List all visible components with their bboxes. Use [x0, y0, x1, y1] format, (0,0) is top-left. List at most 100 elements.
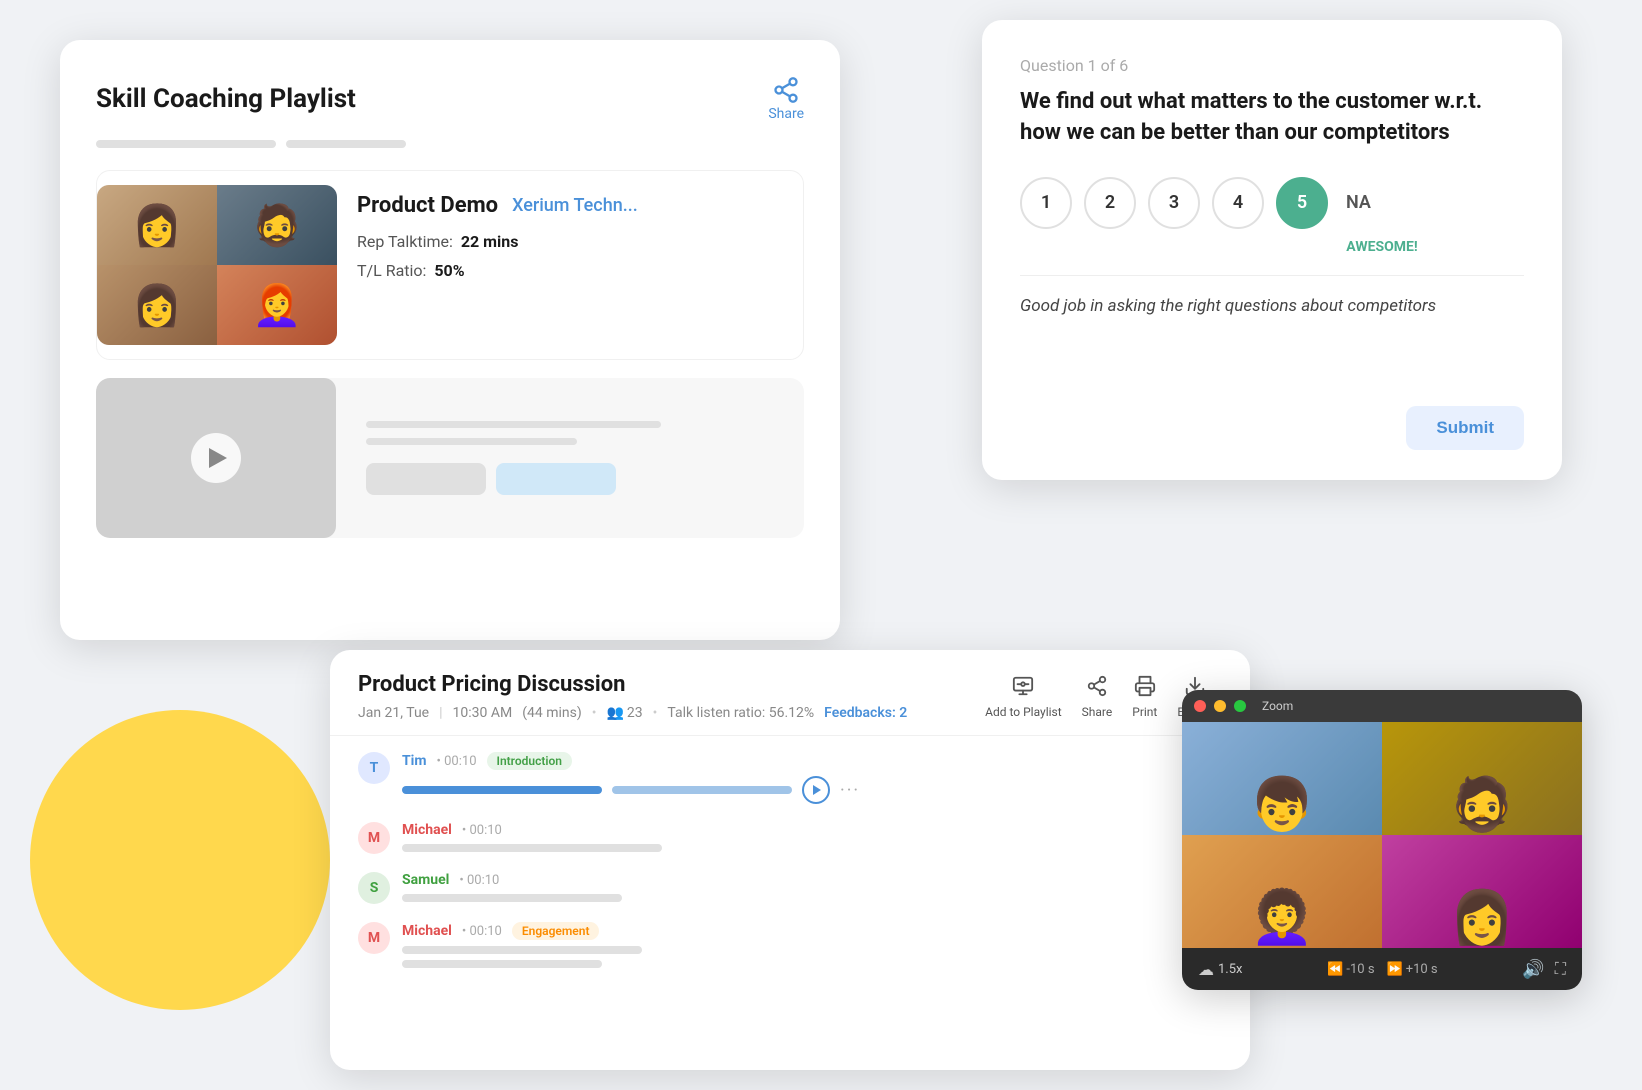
rating-btn-1[interactable]: 1	[1020, 177, 1072, 229]
call-stat-ratio: T/L Ratio: 50%	[357, 261, 789, 280]
person-face-3: 👩‍🦱	[1250, 887, 1315, 948]
rating-btn-5[interactable]: 5	[1276, 177, 1328, 229]
transcript-item-michael-2: M Michael • 00:10 Engagement	[358, 922, 1222, 968]
question-divider	[1020, 275, 1524, 276]
rewind-button[interactable]: ⏪ -10 s	[1327, 962, 1374, 977]
zoom-dot-yellow	[1214, 700, 1226, 712]
company-link[interactable]: Xerium Techn...	[512, 195, 638, 216]
zoom-dot-red	[1194, 700, 1206, 712]
video-cell-1: 👦	[1182, 722, 1382, 835]
forward-label: +10 s	[1406, 962, 1438, 977]
call-stat-talktime: Rep Talktime: 22 mins	[357, 232, 789, 251]
speed-control: ☁ 1.5x	[1198, 960, 1243, 979]
print-button[interactable]: Print	[1132, 675, 1157, 719]
tag-intro: Introduction	[487, 752, 572, 770]
video-cell-4: 👩	[1382, 835, 1582, 948]
share-button[interactable]: Share	[1082, 675, 1113, 719]
dots-menu-button[interactable]: ···	[840, 780, 860, 801]
transcript-item-tim: T Tim • 00:10 Introduction ···	[358, 752, 1222, 804]
participants-count: 👥 23	[606, 705, 642, 721]
avatar-tim: T	[358, 752, 390, 784]
speaker-info-michael-1: Michael • 00:10	[402, 822, 1222, 852]
print-icon	[1134, 675, 1156, 702]
call-detail-title-area: Product Pricing Discussion Jan 21, Tue |…	[358, 672, 907, 721]
call-name-row: Product Demo Xerium Techn...	[357, 193, 789, 218]
audio-bar-samuel	[402, 894, 622, 902]
placeholder-btn-1	[366, 463, 486, 495]
audio-bar-michael-2b	[402, 960, 602, 968]
speaker-name-row-michael-1: Michael • 00:10	[402, 822, 1222, 838]
speaker-info-tim: Tim • 00:10 Introduction ···	[402, 752, 1222, 804]
call-date: Jan 21, Tue	[358, 705, 429, 721]
speaker-name-michael-2: Michael	[402, 923, 452, 939]
rating-btn-3[interactable]: 3	[1148, 177, 1200, 229]
video-panel: Zoom 👦 🧔 👩‍🦱 👩 ☁ 1.5x ⏪ -10 s ⏩ +10 s	[1182, 690, 1582, 990]
decoration-circle	[30, 710, 330, 1010]
share-action-label: Share	[1082, 705, 1113, 719]
add-to-playlist-button[interactable]: Add to Playlist	[985, 675, 1062, 719]
call-item-video[interactable]	[96, 378, 804, 538]
add-to-playlist-label: Add to Playlist	[985, 705, 1062, 719]
call-thumbnail: 👩 🧔 👩 👩‍🦰	[97, 185, 337, 345]
cloud-icon: ☁	[1198, 960, 1214, 979]
call-name: Product Demo	[357, 193, 498, 218]
zoom-title: Zoom	[1262, 699, 1293, 713]
call-duration: (44 mins)	[522, 705, 582, 721]
speaker-info-samuel: Samuel • 00:10	[402, 872, 1222, 902]
share-icon	[772, 76, 800, 104]
share-action-icon	[1086, 675, 1108, 702]
print-label: Print	[1132, 705, 1157, 719]
rating-row: 1 2 3 4 5 NA	[1020, 177, 1524, 229]
question-text: We find out what matters to the customer…	[1020, 87, 1524, 149]
call-info: Product Demo Xerium Techn... Rep Talktim…	[357, 185, 789, 345]
playback-controls: ⏪ -10 s ⏩ +10 s	[1327, 962, 1437, 977]
rewind-icon: ⏪	[1327, 962, 1343, 977]
play-button[interactable]	[191, 433, 241, 483]
rating-btn-4[interactable]: 4	[1212, 177, 1264, 229]
playlist-title: Skill Coaching Playlist	[96, 84, 356, 114]
playlist-header: Skill Coaching Playlist Share	[96, 76, 804, 122]
speed-value[interactable]: 1.5x	[1218, 962, 1243, 977]
audio-bar-michael-1	[402, 844, 662, 852]
forward-button[interactable]: ⏩ +10 s	[1387, 962, 1438, 977]
rating-btn-2[interactable]: 2	[1084, 177, 1136, 229]
submit-button[interactable]: Submit	[1406, 406, 1524, 450]
avatar-michael-1: M	[358, 822, 390, 854]
transcript-area: T Tim • 00:10 Introduction ···	[330, 736, 1250, 1002]
call-detail-actions: Add to Playlist Share	[985, 675, 1212, 719]
speaker-time-tim: • 00:10	[437, 754, 477, 769]
play-small-triangle-icon	[813, 785, 821, 795]
avatar-samuel: S	[358, 872, 390, 904]
call-item-product-demo[interactable]: 👩 🧔 👩 👩‍🦰 Product Demo Xerium Techn... R…	[96, 170, 804, 360]
divider-bar-2	[286, 140, 406, 148]
video-controls: ☁ 1.5x ⏪ -10 s ⏩ +10 s 🔊 ⛶	[1182, 948, 1582, 990]
face-2: 🧔	[217, 185, 337, 265]
call-detail-card: Product Pricing Discussion Jan 21, Tue |…	[330, 650, 1250, 1070]
call-detail-meta: Jan 21, Tue | 10:30 AM (44 mins) • 👥 23 …	[358, 705, 907, 721]
zoom-dot-green	[1234, 700, 1246, 712]
person-face-1: 👦	[1250, 774, 1315, 835]
feedbacks-badge[interactable]: Feedbacks: 2	[824, 705, 907, 721]
face-4: 👩‍🦰	[217, 265, 337, 345]
speaker-time-michael-1: • 00:10	[462, 823, 502, 838]
playlist-share-button[interactable]: Share	[768, 76, 804, 122]
play-small-button[interactable]	[802, 776, 830, 804]
playlist-dividers	[96, 140, 804, 148]
audio-bar-primary	[402, 786, 602, 794]
speaker-name-michael-1: Michael	[402, 822, 452, 838]
thumb-face-3: 👩	[97, 265, 217, 345]
fullscreen-icon[interactable]: ⛶	[1555, 959, 1566, 979]
rating-na[interactable]: NA	[1346, 192, 1371, 213]
play-triangle-icon	[209, 448, 227, 468]
speaker-name-samuel: Samuel	[402, 872, 449, 888]
speaker-name-tim: Tim	[402, 753, 427, 769]
call-detail-top: Product Pricing Discussion Jan 21, Tue |…	[358, 672, 1222, 721]
talk-listen-ratio: Talk listen ratio: 56.12%	[667, 705, 814, 721]
thumb-face-1: 👩	[97, 185, 217, 265]
video-thumbnail	[96, 378, 336, 538]
video-cell-3: 👩‍🦱	[1182, 835, 1382, 948]
volume-icon[interactable]: 🔊	[1522, 959, 1544, 980]
face-1: 👩	[97, 185, 217, 265]
tag-engagement: Engagement	[512, 922, 600, 940]
playlist-share-label: Share	[768, 106, 804, 122]
